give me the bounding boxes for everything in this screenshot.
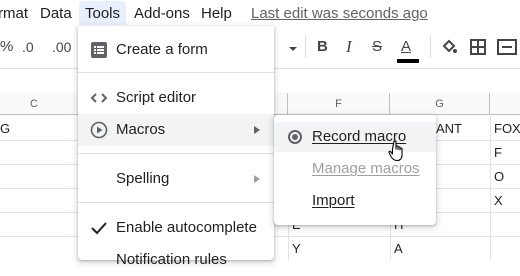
menu-item-label: Notification rules [116,251,227,268]
menu-item-script-editor[interactable]: Script editor [78,82,274,114]
column-header-h[interactable] [490,93,520,115]
menu-item-macros[interactable]: Macros [78,114,274,146]
cell[interactable]: ANT [436,119,462,139]
menu-item-label: Spelling [116,170,170,187]
menu-help[interactable]: Help [201,5,232,23]
menu-item-label: Enable autocomplete [116,219,257,236]
toolbar-divider [430,36,431,58]
check-icon [90,219,108,237]
merge-cells-icon[interactable] [497,38,517,62]
cell[interactable]: FOX [494,119,520,139]
submenu-item-record-macro[interactable]: Record macro [274,122,436,152]
submenu-item-label: Manage macros [312,160,420,177]
menu-format[interactable]: rmat [0,5,28,23]
borders-icon[interactable] [469,38,487,62]
menu-item-create-form[interactable]: Create a form [78,34,274,66]
bold-button[interactable]: B [317,37,328,57]
text-color-button[interactable]: A [401,37,411,57]
hand-cursor-icon [388,140,406,162]
column-header-g[interactable]: G [390,93,490,115]
text-color-letter: A [401,38,412,55]
toolbar-divider [305,36,306,58]
decrease-decimal-button[interactable]: .0 [22,37,34,57]
menu-item-spelling[interactable]: Spelling [78,163,274,195]
submenu-item-manage-macros: Manage macros [274,154,436,184]
submenu-item-import[interactable]: Import [274,186,436,216]
fill-color-icon[interactable] [440,38,458,62]
cell[interactable]: X [494,191,503,211]
cell[interactable]: F [494,143,502,163]
menu-addons[interactable]: Add-ons [134,5,190,23]
record-radio-icon [288,130,302,144]
font-size-dropdown-icon[interactable] [288,40,298,60]
cell[interactable]: A [394,239,403,259]
cell[interactable]: G [0,119,10,139]
cell[interactable]: O [494,167,504,187]
submenu-arrow-icon [254,175,260,183]
menu-item-label: Script editor [116,89,197,106]
submenu-arrow-icon [254,126,260,134]
menu-item-label: Create a form [116,41,208,58]
strikethrough-button[interactable]: S [372,37,382,57]
last-edit-link[interactable]: Last edit was seconds ago [251,5,428,23]
menu-data[interactable]: Data [40,5,72,23]
menu-divider [78,72,274,73]
play-circle-icon [90,121,108,139]
menu-bar: rmat Data Tools Add-ons Help Last edit w… [0,0,520,28]
tools-menu: Create a form Script editor Macros Spell… [78,26,274,268]
form-icon [90,41,108,59]
percent-format-button[interactable]: % [0,37,13,57]
code-icon [90,89,108,107]
increase-decimal-button[interactable]: .00 [52,37,71,57]
column-header-f[interactable]: F [288,93,390,115]
menu-divider [78,202,274,203]
menu-item-enable-autocomplete[interactable]: Enable autocomplete [78,212,274,244]
italic-button[interactable]: I [346,37,352,57]
macros-submenu: Record macro Manage macros Import [274,115,436,225]
menu-tools[interactable]: Tools [79,1,127,25]
column-divider [490,116,491,260]
menu-item-label: Macros [116,121,166,138]
menu-divider [78,153,274,154]
text-color-swatch [397,59,419,63]
submenu-item-label: Import [312,192,355,209]
cell[interactable]: Y [292,239,301,259]
menu-item-notification-rules[interactable]: Notification rules [78,244,274,276]
